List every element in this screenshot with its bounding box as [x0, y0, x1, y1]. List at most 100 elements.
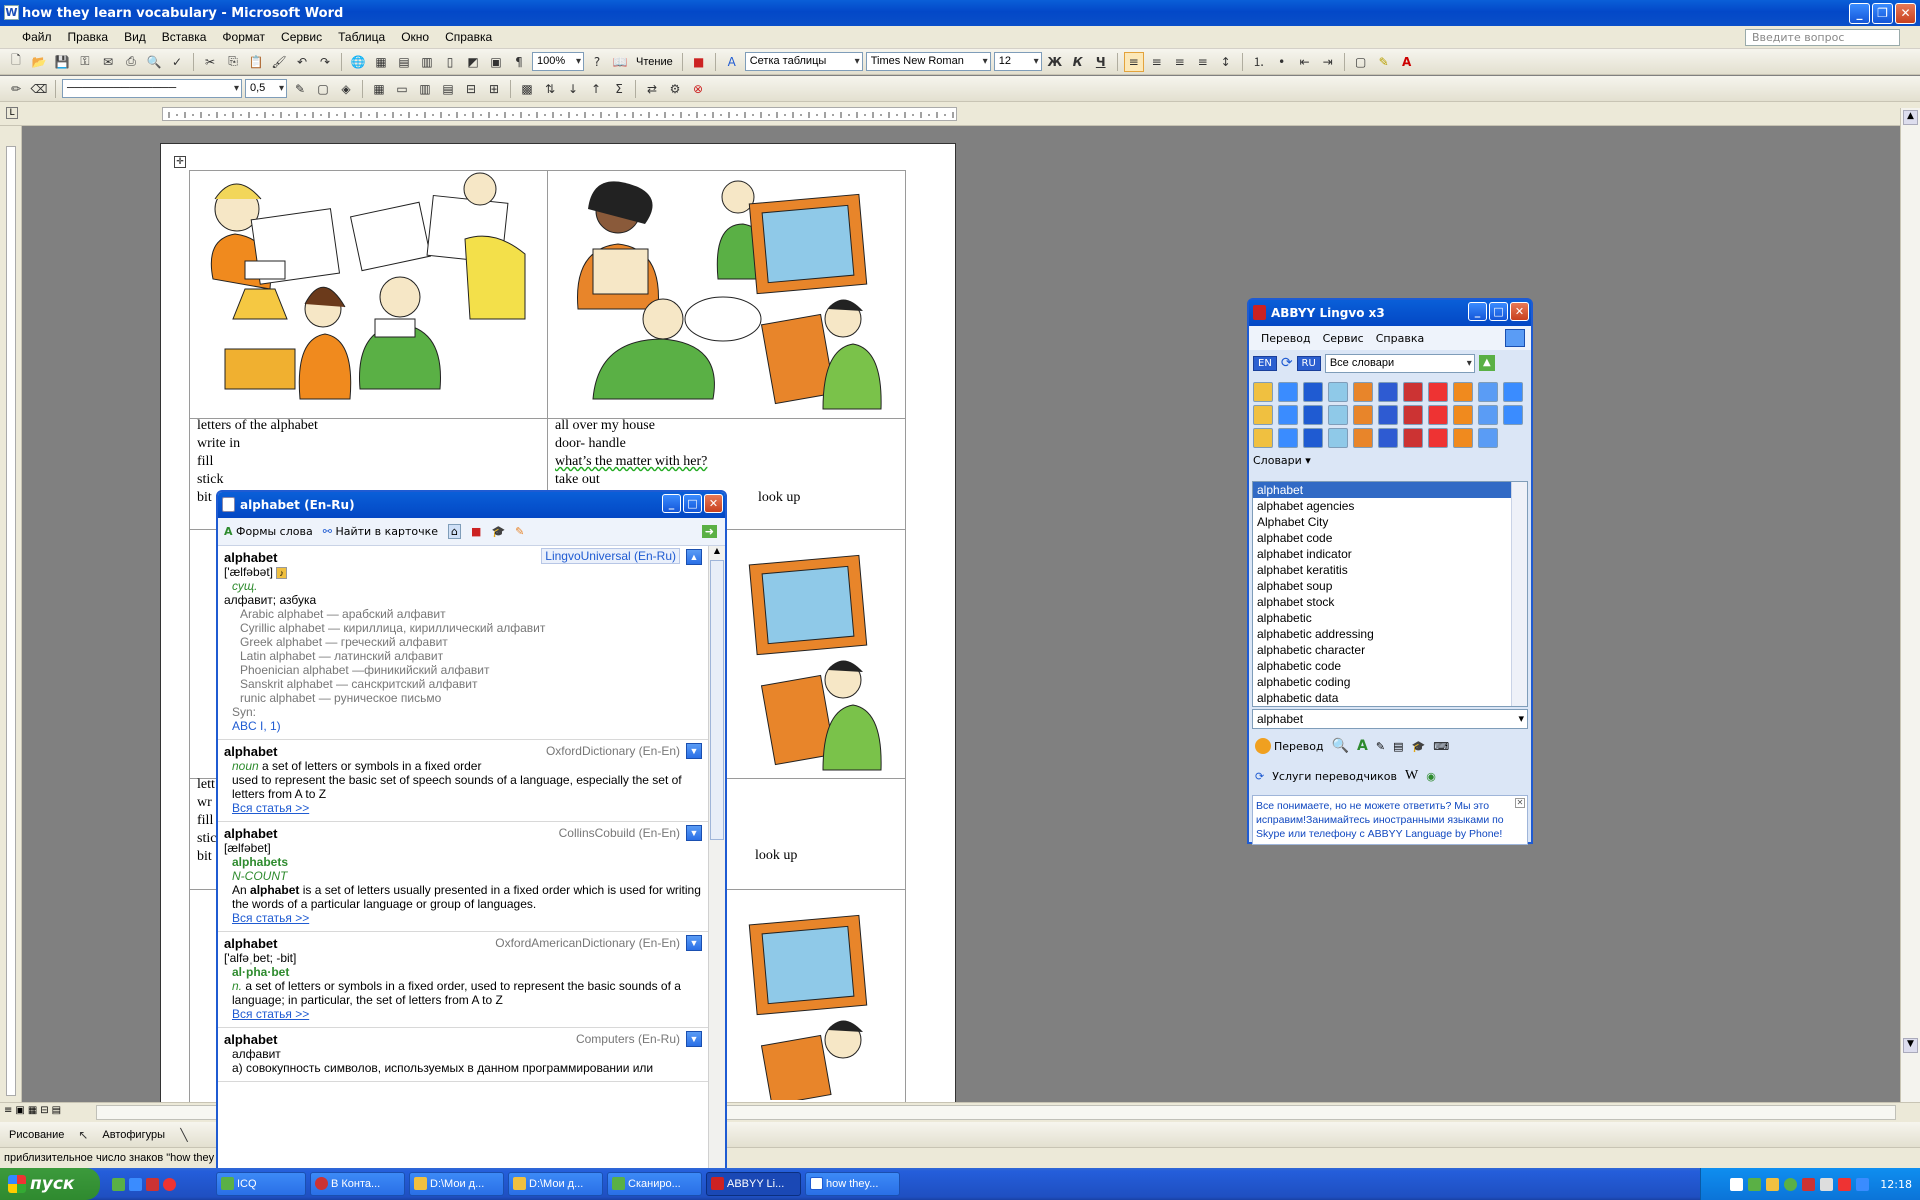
dictionary-icon[interactable] [1328, 382, 1348, 402]
expand-icon[interactable]: ▼ [686, 743, 702, 759]
article-maximize-button[interactable]: □ [683, 494, 702, 513]
source-lang-select[interactable]: EN [1253, 355, 1277, 371]
line-weight-select[interactable]: 0,5 [245, 79, 287, 98]
draw-table-icon[interactable]: ✏ [6, 79, 26, 99]
lingvo-menu-help[interactable]: Справка [1370, 332, 1430, 345]
hyperlink-icon[interactable]: 🌐 [348, 52, 368, 72]
taskbar-item-lingvo[interactable]: ABBYY Li... [706, 1172, 801, 1196]
taskbar-item-word[interactable]: how they... [805, 1172, 900, 1196]
word-app-icon[interactable]: W [4, 5, 19, 20]
select-objects-icon[interactable]: ↖ [73, 1125, 93, 1145]
article-title-bar[interactable]: alphabet (En-Ru) _ □ ✕ [218, 492, 725, 518]
line-style-select[interactable]: ────────────── [62, 79, 242, 98]
table-move-handle-icon[interactable]: ✛ [174, 156, 186, 168]
dictionary-name[interactable]: OxfordDictionary (En-En) [546, 744, 680, 758]
tutor-icon[interactable]: 🎓 [1412, 740, 1426, 753]
dictionary-icon[interactable] [1403, 405, 1423, 425]
article-body[interactable]: alphabet LingvoUniversal (En-Ru) ▲ ['ælf… [218, 546, 708, 1168]
doc-map-icon[interactable]: ▣ [486, 52, 506, 72]
vertical-scrollbar[interactable]: ▲ ▼ [1900, 108, 1920, 1102]
dictionary-name[interactable]: LingvoUniversal (En-Ru) [541, 548, 680, 564]
dictionary-icon[interactable] [1328, 405, 1348, 425]
lingvo-menu-translate[interactable]: Перевод [1255, 332, 1317, 345]
keyboard-icon[interactable]: ⌨ [1433, 740, 1449, 753]
word-list-item[interactable]: alphabetic addressing [1253, 626, 1527, 642]
tables-borders-icon[interactable]: ▦ [371, 52, 391, 72]
display-tray-icon[interactable] [1856, 1177, 1870, 1191]
menu-insert[interactable]: Вставка [154, 30, 215, 44]
autosum-icon[interactable]: Σ [609, 79, 629, 99]
expand-icon[interactable]: ▼ [686, 935, 702, 951]
dictionary-icon[interactable] [1378, 382, 1398, 402]
bullets-icon[interactable]: • [1272, 52, 1292, 72]
word-forms-icon[interactable]: A [1357, 738, 1368, 754]
dictionary-icon[interactable] [1278, 428, 1298, 448]
paste-icon[interactable]: 📋 [246, 52, 266, 72]
columns-icon[interactable]: ▯ [440, 52, 460, 72]
save-icon[interactable]: 💾 [52, 52, 72, 72]
menu-view[interactable]: Вид [116, 30, 154, 44]
lingvo-tray-icon[interactable] [1802, 1177, 1816, 1191]
expand-icon[interactable]: ▼ [686, 1031, 702, 1047]
style-select[interactable]: Сетка таблицы [744, 52, 863, 71]
insert-table-2-icon[interactable]: ▦ [369, 79, 389, 99]
dictionary-icon[interactable] [1253, 428, 1273, 448]
copy-icon[interactable]: ⎘ [223, 52, 243, 72]
close-button[interactable]: ✕ [1895, 3, 1916, 24]
drawing-menu[interactable]: Рисование [6, 1129, 67, 1141]
justify-icon[interactable]: ≡ [1193, 52, 1213, 72]
split-cells-icon[interactable]: ▥ [415, 79, 435, 99]
icq-tray-icon[interactable] [1784, 1177, 1798, 1191]
borders-icon[interactable]: ▢ [1351, 52, 1371, 72]
taskbar-item-scan[interactable]: Сканиро... [607, 1172, 702, 1196]
dictionary-icon[interactable] [1453, 428, 1473, 448]
word-list-item[interactable]: alphabet agencies [1253, 498, 1527, 514]
go-up-icon[interactable]: ▲ [1478, 355, 1495, 371]
synonym-link[interactable]: ABC I, 1) [224, 719, 702, 733]
italic-button[interactable]: К [1068, 52, 1088, 72]
bold-button[interactable]: Ж [1045, 52, 1065, 72]
menu-table[interactable]: Таблица [330, 30, 393, 44]
dictionary-icon[interactable] [1403, 382, 1423, 402]
dictionary-icon[interactable] [1478, 382, 1498, 402]
promo-banner[interactable]: Все понимаете, но не можете ответить? Мы… [1252, 795, 1528, 845]
start-button[interactable]: пуск [0, 1168, 100, 1200]
target-lang-select[interactable]: RU [1296, 355, 1321, 371]
word-list-item[interactable]: Alphabet City [1253, 514, 1527, 530]
sort-desc-icon[interactable]: ↑ [586, 79, 606, 99]
dictionary-select[interactable]: Все словари [1324, 353, 1475, 373]
word-forms-button[interactable]: A Формы слова [224, 525, 313, 538]
redo-icon[interactable]: ↷ [315, 52, 335, 72]
menu-format[interactable]: Формат [214, 30, 273, 44]
dictionary-icon[interactable] [1503, 382, 1523, 402]
read-icon[interactable]: 📖 [610, 52, 630, 72]
scroll-up-icon[interactable]: ▲ [1903, 110, 1918, 125]
dictionary-icon[interactable] [1353, 428, 1373, 448]
lingvo-translate-icon[interactable]: ⇄ [642, 79, 662, 99]
antivirus-tray-icon[interactable] [1748, 1177, 1762, 1191]
tutor-icon[interactable]: 🎓 [491, 525, 505, 538]
insert-table-icon[interactable]: ▤ [394, 52, 414, 72]
restore-button[interactable]: ❐ [1872, 3, 1893, 24]
book-icon[interactable]: ■ [471, 525, 481, 538]
dictionary-icon[interactable] [1428, 405, 1448, 425]
menu-window[interactable]: Окно [393, 30, 437, 44]
autoformat-icon[interactable]: ▩ [517, 79, 537, 99]
word-list-item[interactable]: alphabetic code [1253, 658, 1527, 674]
dictionary-icon[interactable] [1428, 428, 1448, 448]
word-list-item[interactable]: alphabet soup [1253, 578, 1527, 594]
dictionary-icon[interactable] [1403, 428, 1423, 448]
article-scroll-thumb[interactable] [710, 560, 724, 840]
dictionary-icon[interactable] [1253, 405, 1273, 425]
article-scroll-up-icon[interactable]: ▲ [710, 546, 724, 560]
dictionary-icon[interactable] [1278, 405, 1298, 425]
dictionary-name[interactable]: CollinsCobuild (En-En) [559, 826, 680, 840]
promo-close-icon[interactable]: ✕ [1515, 798, 1525, 808]
email-icon[interactable]: ✉ [98, 52, 118, 72]
taskbar-item-folder-2[interactable]: D:\Мои д... [508, 1172, 603, 1196]
search-icon[interactable]: 🔍 [1332, 738, 1349, 754]
zoom-select[interactable]: 100% [532, 52, 584, 71]
find-in-card-button[interactable]: ⚯ Найти в карточке [323, 525, 438, 538]
dictionary-icon[interactable] [1478, 405, 1498, 425]
font-color-icon[interactable]: A [1397, 52, 1417, 72]
